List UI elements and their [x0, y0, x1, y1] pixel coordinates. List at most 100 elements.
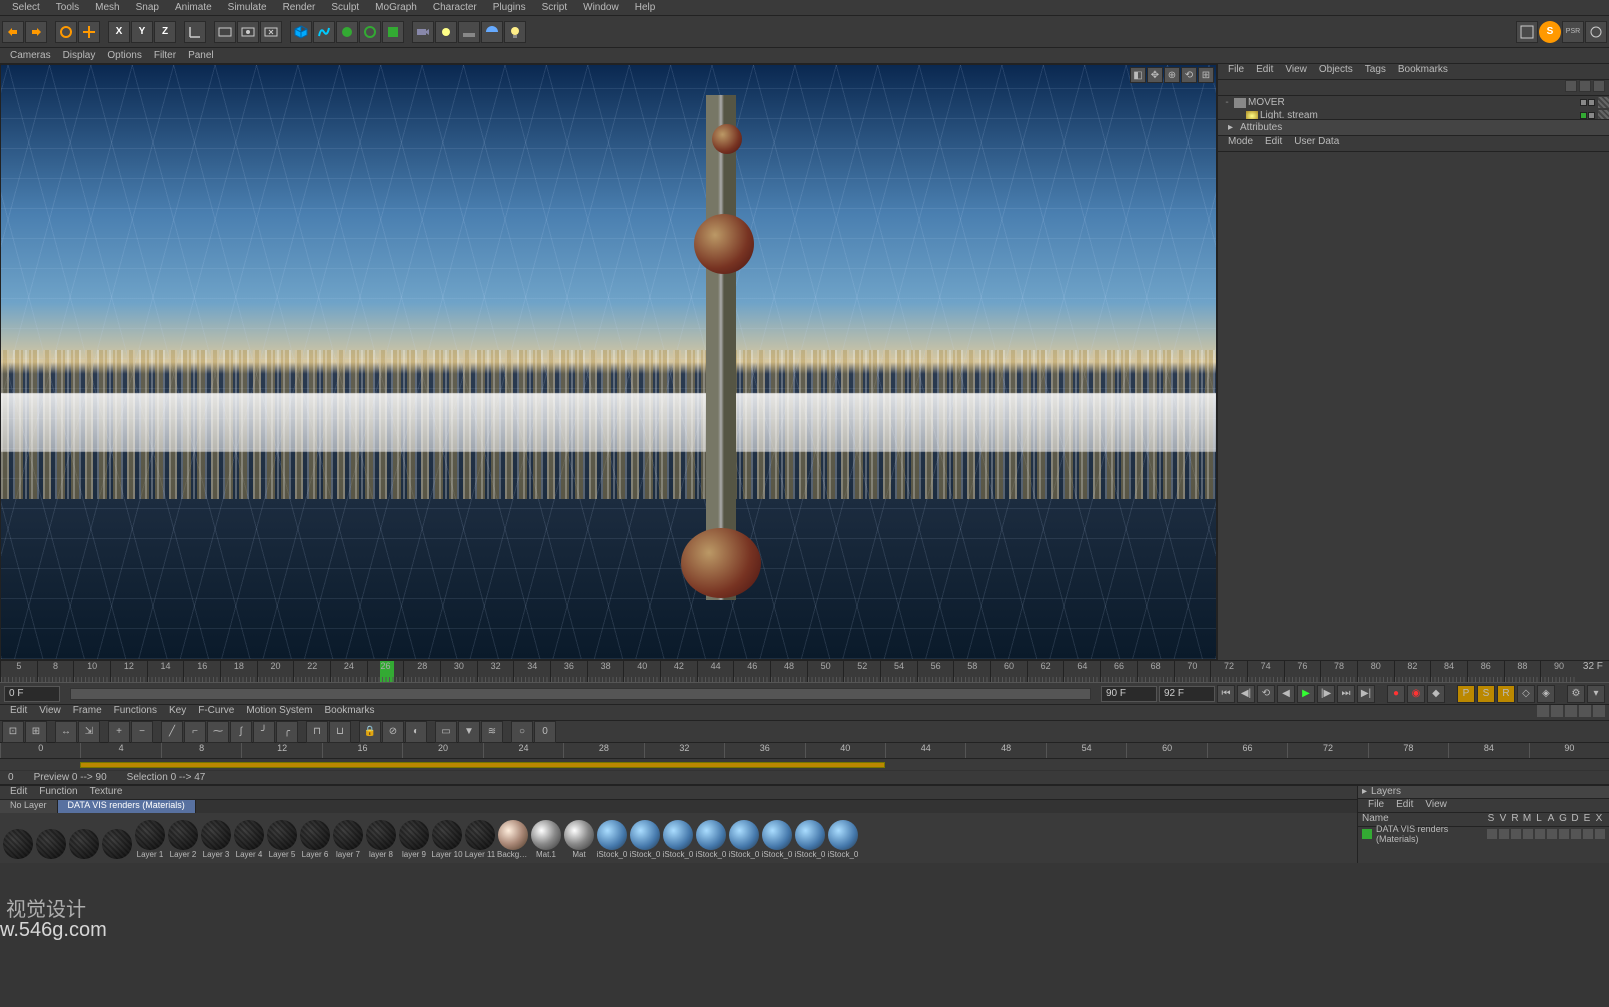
material-slot[interactable]: Layer 10 [431, 820, 463, 859]
sky-button[interactable] [481, 21, 503, 43]
layer-tog[interactable] [1487, 829, 1497, 839]
material-slot[interactable]: Layer 2 [167, 820, 199, 859]
play-back-button[interactable]: ◀ [1277, 685, 1295, 703]
vp-menu-filter[interactable]: Filter [148, 50, 182, 61]
next-frame-button[interactable]: ▶| [1357, 685, 1375, 703]
timeline-slider[interactable] [70, 688, 1091, 700]
mat-menu-texture[interactable]: Texture [84, 786, 129, 799]
y-axis-button[interactable]: Y [131, 21, 153, 43]
material-slot[interactable] [101, 829, 133, 859]
material-slot[interactable]: iStock_0 [629, 820, 661, 859]
dope-lock-button[interactable]: 🔒 [359, 721, 381, 743]
bulb-icon[interactable] [504, 21, 526, 43]
obj-menu-objects[interactable]: Objects [1313, 64, 1359, 79]
obj-search-icon[interactable] [1565, 80, 1577, 92]
dope-spline-button[interactable]: ⁓ [207, 721, 229, 743]
vp-layout-icon[interactable]: ⊞ [1198, 67, 1214, 83]
live-select-button[interactable] [55, 21, 77, 43]
dopesheet-preview-range[interactable] [80, 762, 885, 768]
redo-button[interactable] [25, 21, 47, 43]
deformer-button[interactable] [359, 21, 381, 43]
rot-key-button[interactable]: R [1497, 685, 1515, 703]
material-slot[interactable] [35, 829, 67, 859]
param-key-button[interactable]: ◇ [1517, 685, 1535, 703]
start-frame-input[interactable] [4, 686, 60, 702]
obj-menu-bookmarks[interactable]: Bookmarks [1392, 64, 1454, 79]
material-slot[interactable]: Layer 4 [233, 820, 265, 859]
menu-tools[interactable]: Tools [48, 2, 87, 13]
keyframe-sel-button[interactable]: ◆ [1427, 685, 1445, 703]
material-slot[interactable]: Layer 5 [266, 820, 298, 859]
z-axis-button[interactable]: Z [154, 21, 176, 43]
material-slot[interactable]: layer 7 [332, 820, 364, 859]
vp-menu-display[interactable]: Display [57, 50, 102, 61]
vp-rotate-icon[interactable]: ⟲ [1181, 67, 1197, 83]
mat-menu-edit[interactable]: Edit [4, 786, 33, 799]
dope-ease-button[interactable]: ∫ [230, 721, 252, 743]
autokey-button[interactable]: ◉ [1407, 685, 1425, 703]
cube-prim-button[interactable] [290, 21, 312, 43]
tag-icon[interactable] [1598, 110, 1609, 119]
render-settings-button[interactable] [260, 21, 282, 43]
dope-menu-view[interactable]: View [33, 705, 67, 720]
dope-menu-motion-system[interactable]: Motion System [240, 705, 318, 720]
dope-solo-button[interactable]: ◐ [405, 721, 427, 743]
vp-menu-panel[interactable]: Panel [182, 50, 220, 61]
menu-simulate[interactable]: Simulate [220, 2, 275, 13]
dope-lock-icon[interactable] [1579, 705, 1591, 717]
attr-menu-user-data[interactable]: User Data [1288, 136, 1345, 151]
goto-start-button[interactable]: ⏮ [1217, 685, 1235, 703]
menu-animate[interactable]: Animate [167, 2, 220, 13]
dopesheet-ruler[interactable]: 0481216202428323640444854606672788490 [0, 743, 1609, 759]
next-key-button[interactable]: |▶ [1317, 685, 1335, 703]
x-axis-button[interactable]: X [108, 21, 130, 43]
pos-key-button[interactable]: P [1457, 685, 1475, 703]
dope-key-del-button[interactable]: − [131, 721, 153, 743]
material-slot[interactable]: Layer 11 [464, 820, 496, 859]
obj-menu-file[interactable]: File [1222, 64, 1250, 79]
material-slot[interactable]: Layer 6 [299, 820, 331, 859]
camera-button[interactable] [412, 21, 434, 43]
dope-menu-edit[interactable]: Edit [4, 705, 33, 720]
generator-button[interactable] [336, 21, 358, 43]
dope-menu-key[interactable]: Key [163, 705, 192, 720]
expand-toggle[interactable]: - [1222, 97, 1232, 108]
menu-script[interactable]: Script [534, 2, 576, 13]
obj-filter-icon[interactable] [1579, 80, 1591, 92]
menu-sculpt[interactable]: Sculpt [323, 2, 367, 13]
pla-key-button[interactable]: ◈ [1537, 685, 1555, 703]
material-slot[interactable] [2, 829, 34, 859]
dope-menu-f-curve[interactable]: F-Curve [192, 705, 240, 720]
light-button[interactable] [435, 21, 457, 43]
dope-link-icon[interactable] [1551, 705, 1563, 717]
dopesheet-track[interactable] [0, 759, 1609, 771]
material-slot[interactable]: iStock_0 [728, 820, 760, 859]
menu-help[interactable]: Help [627, 2, 664, 13]
record-button[interactable]: ● [1387, 685, 1405, 703]
menu-mesh[interactable]: Mesh [87, 2, 127, 13]
object-manager-tree[interactable]: -MOVERLight. stream-L0front light-Emitte… [1218, 96, 1609, 119]
vp-config-icon[interactable]: ◧ [1130, 67, 1146, 83]
dope-o2-button[interactable]: 0 [534, 721, 556, 743]
dope-scale-button[interactable]: ⇲ [78, 721, 100, 743]
obj-view-icon[interactable] [1593, 80, 1605, 92]
tag-icon[interactable] [1598, 97, 1609, 108]
menu-select[interactable]: Select [4, 2, 48, 13]
dope-ripple-button[interactable]: ≋ [481, 721, 503, 743]
material-slot[interactable]: iStock_0 [794, 820, 826, 859]
layer-row[interactable]: DATA VIS renders (Materials) [1358, 827, 1609, 841]
vp-move-icon[interactable]: ✥ [1147, 67, 1163, 83]
menu-plugins[interactable]: Plugins [485, 2, 534, 13]
visibility-dots[interactable] [1580, 99, 1595, 106]
material-tab[interactable]: No Layer [0, 800, 58, 813]
dope-close-icon[interactable] [1593, 705, 1605, 717]
material-grid[interactable]: Layer 1Layer 2Layer 3Layer 4Layer 5Layer… [0, 813, 1357, 861]
psr-button[interactable]: PSR [1562, 21, 1584, 43]
menu-render[interactable]: Render [275, 2, 324, 13]
environment-button[interactable] [382, 21, 404, 43]
material-slot[interactable]: iStock_0 [761, 820, 793, 859]
dope-mute-button[interactable]: ⊘ [382, 721, 404, 743]
dope-linear-button[interactable]: ╱ [161, 721, 183, 743]
menu-mograph[interactable]: MoGraph [367, 2, 425, 13]
end-frame-input[interactable] [1101, 686, 1157, 702]
